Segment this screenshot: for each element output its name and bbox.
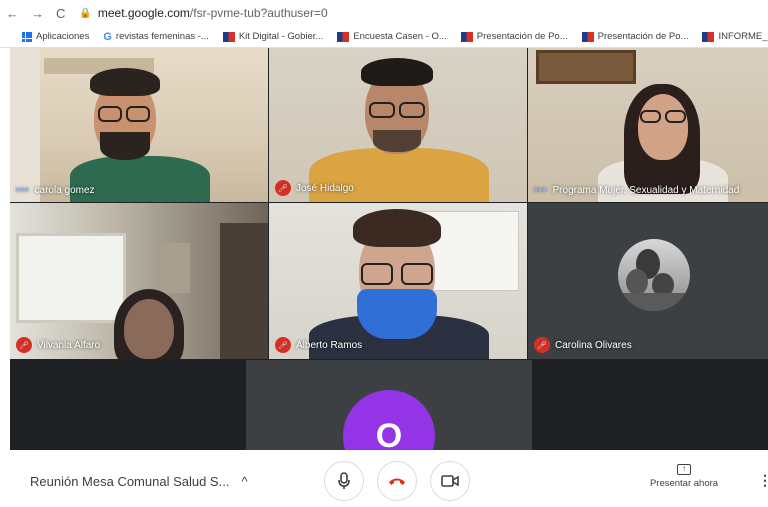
back-icon[interactable]: ← [6, 6, 19, 21]
bookmark-aplicaciones[interactable]: Aplicaciones [22, 31, 89, 42]
lock-icon[interactable]: 🔒 [79, 8, 91, 19]
participant-name-tag: ••• carola gomez [16, 185, 95, 196]
participant-name: Carolina Olivares [555, 339, 632, 351]
bookmark-presentacion-1[interactable]: Presentación de Po... [460, 31, 568, 42]
participant-name-tag: 🎤︎ Carolina Olivares [534, 337, 632, 353]
bookmark-kit-digital[interactable]: Kit Digital - Gobier... [222, 31, 324, 42]
participant-tile-programa-mujer[interactable]: ••• Programa Mujer, Sexualidad y Materni… [528, 48, 768, 202]
participant-name: Programa Mujer, Sexualidad y Maternidad [552, 185, 740, 196]
reload-icon[interactable]: C [56, 6, 65, 21]
participant-video [10, 48, 268, 202]
flag-icon [581, 31, 594, 42]
bookmarks-bar: Aplicaciones G revistas femeninas -... K… [0, 26, 768, 48]
apps-icon [22, 31, 32, 42]
google-icon: G [103, 30, 112, 43]
microphone-icon [338, 472, 350, 489]
bookmark-label: revistas femeninas -... [115, 31, 209, 42]
forward-icon[interactable]: → [31, 6, 44, 21]
address-bar[interactable]: meet.google.com/fsr-pvme-tub?authuser=0 [98, 6, 328, 20]
bookmark-label: Presentación de Po... [597, 31, 689, 42]
flag-icon [337, 31, 350, 42]
bookmark-label: INFORME_COQUIM... [718, 31, 768, 42]
bookmark-label: Presentación de Po... [476, 31, 568, 42]
url-domain: meet.google.com [97, 6, 190, 20]
participant-name: carola gomez [34, 185, 95, 196]
participant-name-tag: 🎤︎ Alberto Ramos [275, 337, 362, 353]
participant-tile-jose-hidalgo[interactable]: 🎤︎ José Hidalgo [269, 48, 527, 202]
participant-video [10, 203, 268, 359]
meeting-title: Reunión Mesa Comunal Salud S... [30, 474, 230, 489]
speaking-indicator-icon: ••• [534, 185, 548, 196]
present-label: Presentar ahora [649, 478, 719, 489]
self-tile[interactable]: O [246, 360, 532, 450]
bookmark-revistas[interactable]: G revistas femeninas -... [103, 31, 208, 43]
participant-video [528, 48, 768, 202]
participant-name-tag: ••• Programa Mujer, Sexualidad y Materni… [534, 185, 739, 196]
bookmark-label: Kit Digital - Gobier... [238, 31, 324, 42]
flag-icon [702, 31, 715, 42]
present-screen-icon: ↑ [677, 464, 691, 475]
microphone-button[interactable] [324, 461, 364, 501]
participant-name-tag: 🎤︎ José Hidalgo [275, 180, 354, 196]
bookmark-label: Encuesta Casen - O... [353, 31, 447, 42]
meeting-control-bar: Reunión Mesa Comunal Salud S... ^ ↑ Pres… [0, 456, 768, 507]
flag-icon [222, 31, 235, 42]
participant-name: Alberto Ramos [296, 339, 363, 351]
participant-tile-carolina-olivares[interactable]: 🎤︎ Carolina Olivares [528, 203, 768, 359]
mic-off-icon: 🎤︎ [16, 337, 32, 353]
hang-up-icon [389, 478, 405, 485]
mic-off-icon: 🎤︎ [275, 180, 291, 196]
participant-tile-alberto-ramos[interactable]: 🎤︎ Alberto Ramos [269, 203, 527, 359]
video-grid: ••• carola gomez 🎤︎ José Hidalgo ••• Pro… [10, 48, 768, 450]
bookmark-presentacion-2[interactable]: Presentación de Po... [581, 31, 689, 42]
browser-nav: ← → C [0, 6, 65, 21]
chevron-up-icon[interactable]: ^ [241, 474, 247, 489]
self-avatar: O [343, 390, 435, 450]
participant-tile-carola-gomez[interactable]: ••• carola gomez [10, 48, 268, 202]
more-options-icon[interactable]: ⋮ [758, 472, 768, 489]
url-path: /fsr-pvme-tub?authuser=0 [189, 6, 328, 20]
flag-icon [460, 31, 473, 42]
leave-call-button[interactable] [377, 461, 417, 501]
mic-off-icon: 🎤︎ [275, 337, 291, 353]
participant-tile-vilvania-alfaro[interactable]: 🎤︎ Vilvania Alfaro [10, 203, 268, 359]
participant-name-tag: 🎤︎ Vilvania Alfaro [16, 337, 100, 353]
participant-name: José Hidalgo [296, 182, 354, 194]
participant-avatar [618, 239, 690, 311]
participant-video [269, 48, 527, 202]
present-now-button[interactable]: ↑ Presentar ahora [644, 464, 724, 489]
speaking-indicator-icon: ••• [16, 185, 30, 196]
bookmark-encuesta-casen[interactable]: Encuesta Casen - O... [337, 31, 447, 42]
participant-name: Vilvania Alfaro [37, 339, 101, 351]
meeting-details[interactable]: Reunión Mesa Comunal Salud S... ^ [30, 474, 248, 489]
bookmark-informe[interactable]: INFORME_COQUIM... [702, 31, 768, 42]
mic-off-icon: 🎤︎ [534, 337, 550, 353]
camera-button[interactable] [430, 461, 470, 501]
camera-icon [441, 475, 459, 487]
browser-url-bar: ← → C 🔒 meet.google.com/fsr-pvme-tub?aut… [0, 0, 768, 26]
bookmark-label: Aplicaciones [36, 31, 90, 42]
participant-video [269, 203, 527, 359]
